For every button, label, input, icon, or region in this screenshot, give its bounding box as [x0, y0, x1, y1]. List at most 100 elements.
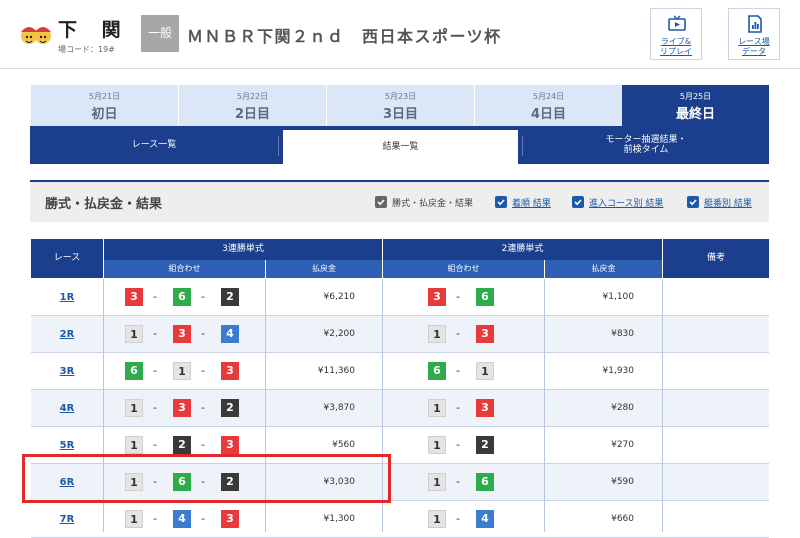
boat-number-badge: 3	[125, 288, 143, 306]
venue-data-button[interactable]: レース場 データ	[728, 8, 780, 60]
filter-course-link[interactable]: 進入コース別 結果	[589, 196, 663, 209]
boat-number-badge: 4	[476, 510, 494, 528]
section-title: 勝式・払戻金・結果	[45, 197, 163, 212]
day-tab-3[interactable]: 5月23日 3日目	[327, 85, 474, 126]
boat-number-badge: 6	[476, 473, 494, 491]
combo-separator: -	[153, 364, 157, 377]
exacta-payout: ¥270	[611, 440, 634, 450]
exacta-payout: ¥660	[611, 514, 634, 524]
day-tab-date: 5月24日	[532, 92, 565, 101]
boat-number-badge: 1	[125, 399, 143, 417]
exacta-payout: ¥590	[611, 477, 634, 487]
boat-number-badge: 3	[476, 325, 494, 343]
exacta-payout: ¥1,930	[602, 366, 635, 376]
boat-number-badge: 2	[173, 436, 191, 454]
combo-separator: -	[153, 512, 157, 525]
day-tab-label: 最終日	[675, 107, 715, 122]
trifecta-payout: ¥11,360	[317, 366, 355, 376]
filter-boat-number-link[interactable]: 艇番別 結果	[704, 196, 752, 209]
filter-odds-checkbox[interactable]	[375, 196, 387, 208]
tab-race-list[interactable]: レース一覧	[30, 126, 278, 164]
boat-number-badge: 1	[428, 325, 446, 343]
venue-mascot-logo	[19, 18, 53, 52]
day-tab-2[interactable]: 5月22日 2日目	[179, 85, 326, 126]
boat-number-badge: 6	[173, 288, 191, 306]
race-link[interactable]: 4R	[31, 390, 103, 427]
boat-number-badge: 1	[428, 510, 446, 528]
combo-separator: -	[201, 327, 205, 340]
day-tab-5[interactable]: 5月25日 最終日	[622, 85, 769, 126]
race-column-header: レース	[31, 239, 103, 278]
trifecta-payout: ¥2,200	[323, 329, 356, 339]
boat-number-badge: 1	[428, 436, 446, 454]
combo-separator: -	[456, 327, 460, 340]
day-tab-label: 初日	[91, 107, 118, 122]
day-tab-label: 3日目	[382, 107, 419, 122]
day-tab-date: 5月22日	[236, 92, 269, 101]
race-link[interactable]: 3R	[31, 353, 103, 390]
day-tab-date: 5月23日	[384, 92, 417, 101]
venue-code: 場コード：19#	[58, 45, 115, 54]
day-tab-date: 5月25日	[679, 92, 712, 101]
highlight-box-6r	[22, 454, 391, 503]
race-link[interactable]: 7R	[31, 501, 103, 538]
tab-motor-draw[interactable]: モーター抽選結果・ 前検タイム	[523, 126, 769, 164]
boat-number-badge: 1	[476, 362, 494, 380]
header-divider	[0, 68, 800, 69]
boat-number-badge: 6	[125, 362, 143, 380]
boat-number-badge: 1	[125, 436, 143, 454]
combo-separator: -	[201, 290, 205, 303]
boat-number-badge: 3	[173, 325, 191, 343]
combo-separator: -	[201, 438, 205, 451]
venue-data-label-2: データ	[742, 47, 766, 56]
race-link[interactable]: 2R	[31, 316, 103, 353]
exacta-payout: ¥1,100	[602, 292, 635, 302]
boat-number-badge: 1	[428, 399, 446, 417]
check-icon	[574, 199, 582, 206]
trifecta-combo-header: 組合わせ	[104, 260, 265, 278]
combo-separator: -	[201, 364, 205, 377]
boat-number-badge: 4	[221, 325, 239, 343]
data-chart-icon	[748, 15, 762, 33]
tab-result-list-label: 結果一覧	[382, 142, 419, 152]
day-tab-4[interactable]: 5月24日 4日目	[475, 85, 622, 126]
trifecta-payout: ¥6,210	[323, 292, 356, 302]
boat-number-badge: 4	[173, 510, 191, 528]
exacta-payout: ¥280	[611, 403, 634, 413]
check-icon	[689, 199, 697, 206]
venue-name: 下 関	[58, 19, 130, 41]
boat-number-badge: 3	[221, 510, 239, 528]
combo-separator: -	[201, 512, 205, 525]
day-tab-label: 4日目	[530, 107, 567, 122]
tv-icon	[668, 15, 686, 31]
boat-number-badge: 1	[173, 362, 191, 380]
filter-finish-order-link[interactable]: 着順 結果	[512, 196, 551, 209]
filter-odds-label: 勝式・払戻金・結果	[392, 199, 474, 209]
tab-motor-draw-label-1: モーター抽選結果・	[605, 135, 687, 145]
boat-number-badge: 2	[221, 399, 239, 417]
tab-result-list[interactable]: 結果一覧	[283, 130, 518, 164]
exacta-header: 2連勝単式	[383, 239, 662, 260]
boat-number-badge: 3	[173, 399, 191, 417]
trifecta-header: 3連勝単式	[104, 239, 382, 260]
combo-separator: -	[456, 401, 460, 414]
combo-separator: -	[201, 401, 205, 414]
filter-finish-order-checkbox[interactable]	[495, 196, 507, 208]
combo-separator: -	[153, 290, 157, 303]
filter-boat-number-checkbox[interactable]	[687, 196, 699, 208]
race-link[interactable]: 1R	[31, 279, 103, 316]
day-tab-date: 5月21日	[88, 92, 121, 101]
exacta-combo-header: 組合わせ	[383, 260, 544, 278]
check-icon	[497, 199, 505, 206]
boat-number-badge: 2	[221, 288, 239, 306]
live-replay-button[interactable]: ライブ& リプレイ	[650, 8, 702, 60]
race-grade-badge: 一般	[141, 15, 179, 52]
combo-separator: -	[456, 290, 460, 303]
trifecta-payout-header: 払戻金	[266, 260, 382, 278]
day-tab-1[interactable]: 5月21日 初日	[31, 85, 178, 126]
combo-separator: -	[153, 438, 157, 451]
check-icon	[377, 199, 385, 206]
filter-course-checkbox[interactable]	[572, 196, 584, 208]
boat-number-badge: 3	[221, 436, 239, 454]
venue-data-label-1: レース場	[738, 37, 770, 46]
